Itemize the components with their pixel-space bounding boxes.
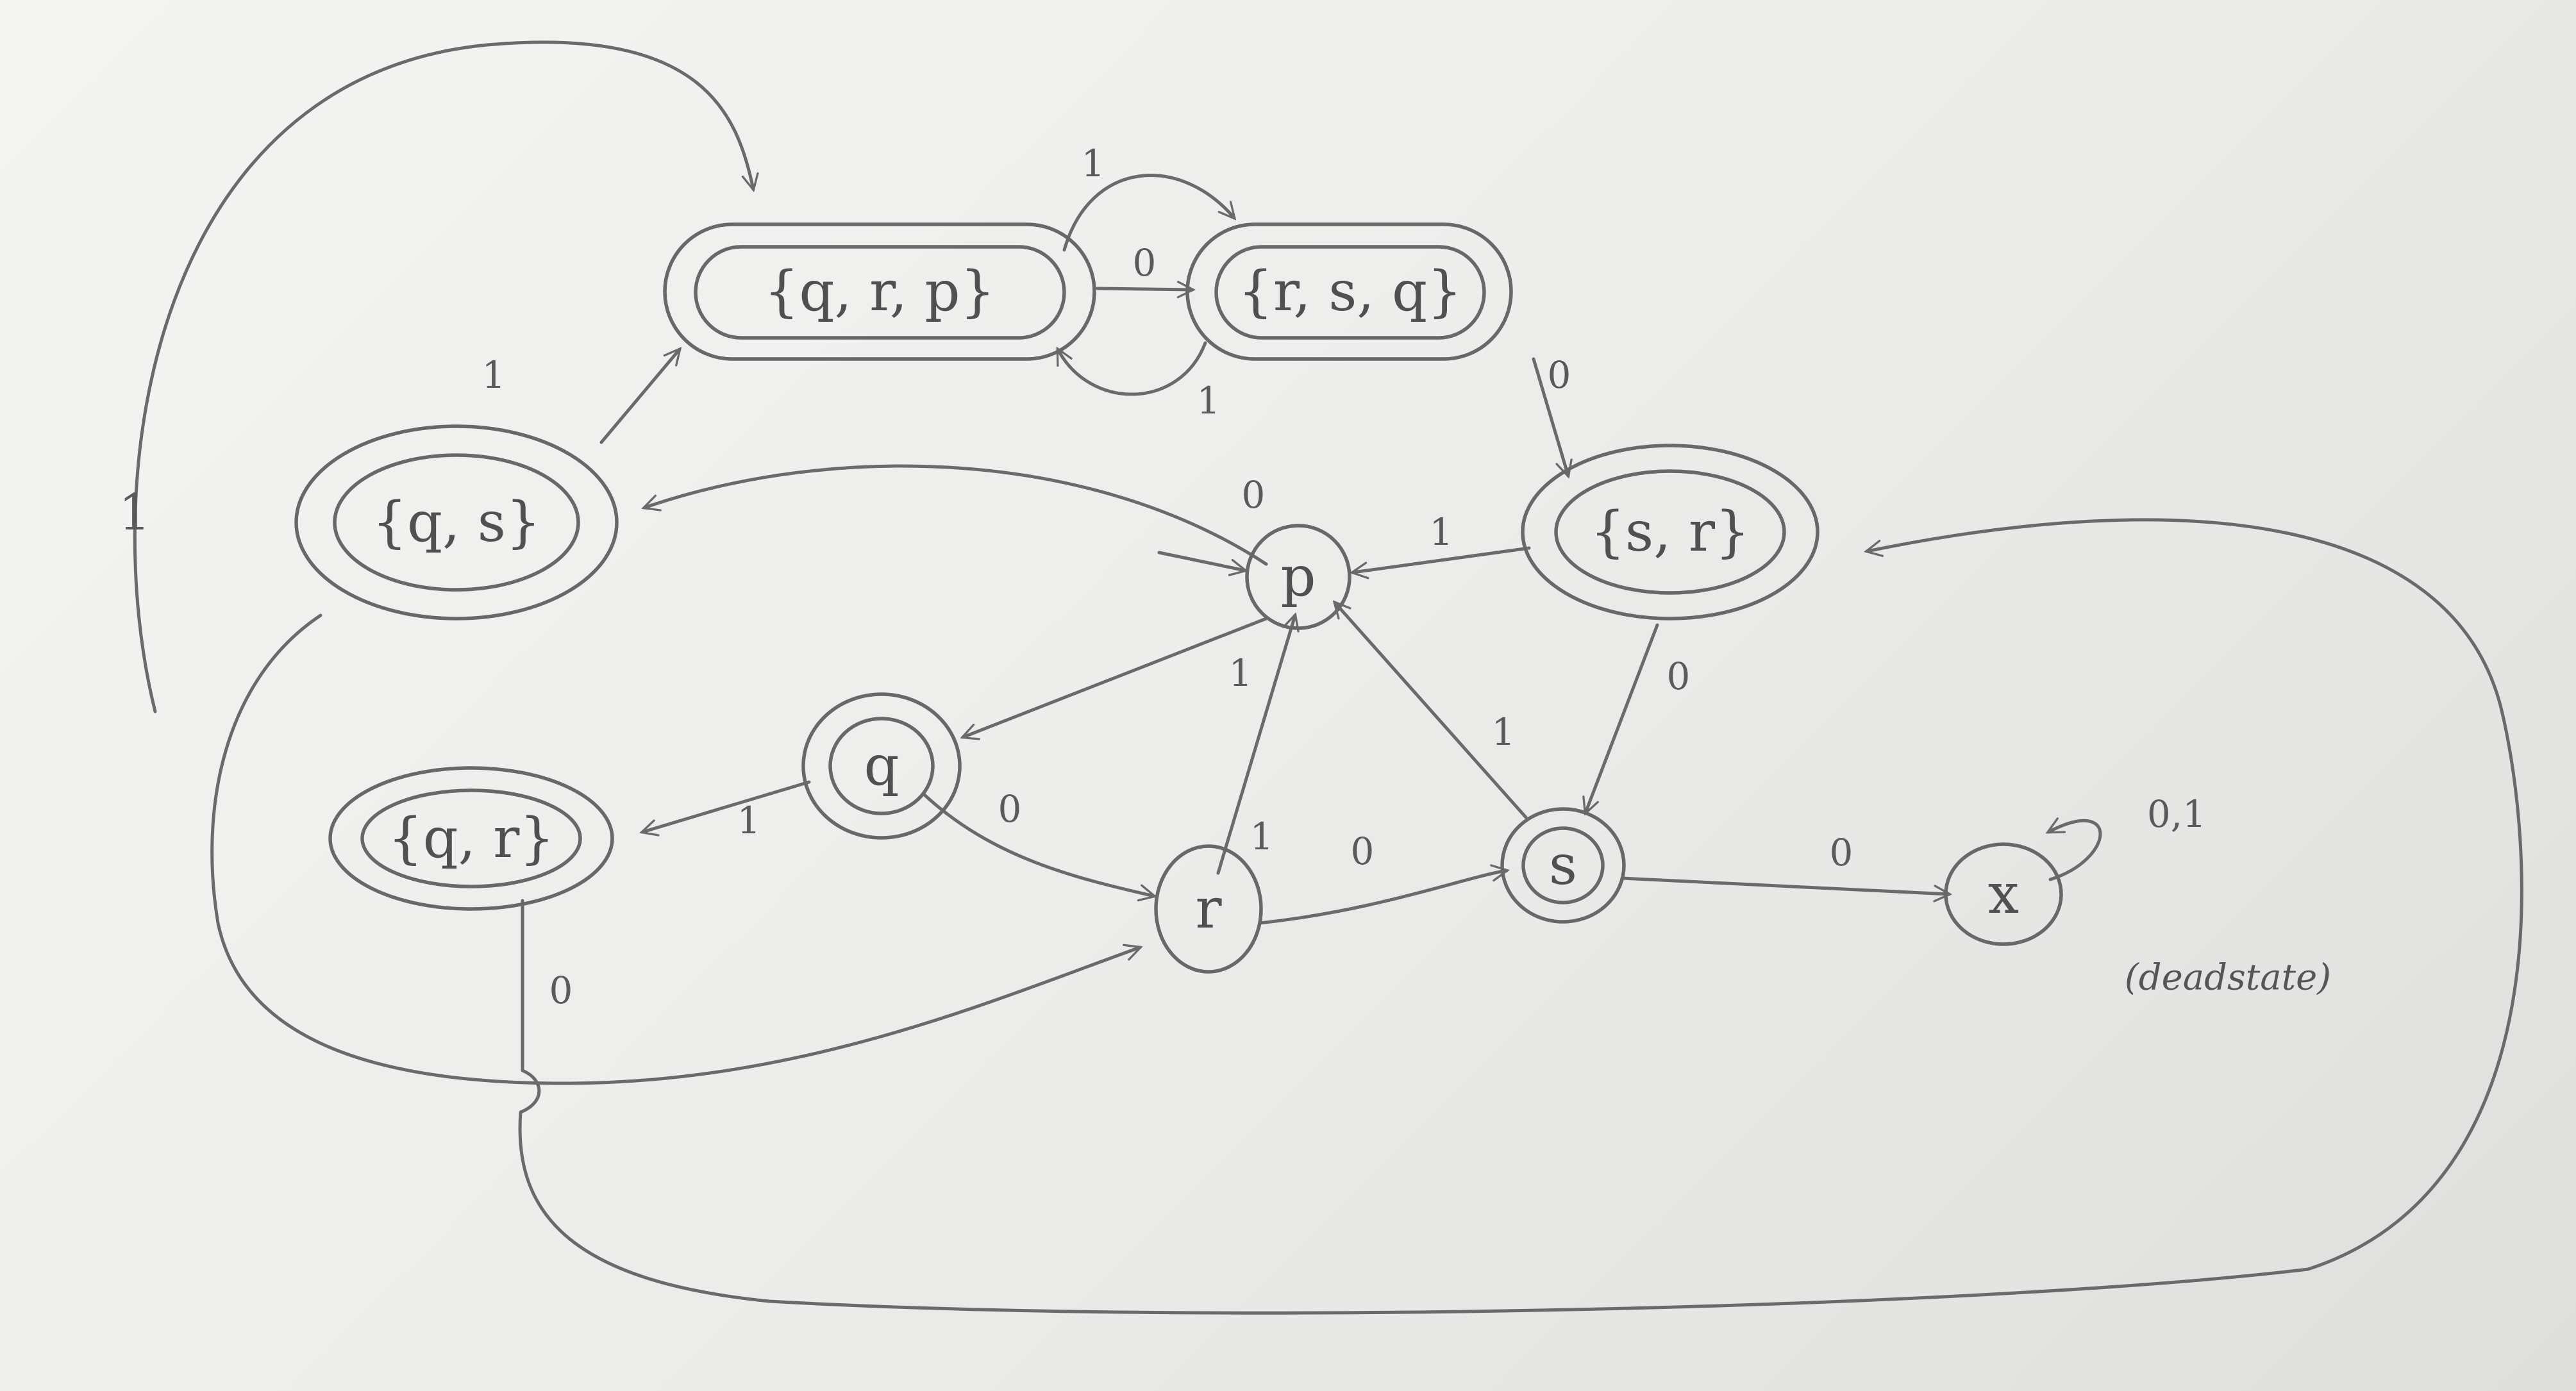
- edge-p-to-q-1: [963, 617, 1268, 737]
- edge-qs-to-r-0: [210, 613, 1140, 1085]
- edge-p-to-qs-0: [644, 464, 1268, 566]
- state-rsq-label: {r, s, q}: [1238, 260, 1462, 324]
- diagram-canvas: {q, r, p} {r, s, q} {q, s} {s, r} {q, r}…: [0, 0, 2576, 1391]
- edge-q-to-r-0: [923, 793, 1154, 896]
- label-qr-r-0: 0: [549, 969, 573, 1012]
- label-rsq-qrp-1: 1: [1197, 379, 1221, 422]
- edge-rsq-to-qrp-1: [1056, 341, 1207, 396]
- label-qrp-rsq-0: 0: [1133, 241, 1157, 285]
- state-x-label: x: [1988, 862, 2020, 926]
- edge-qrp-to-rsq-0: [1096, 288, 1192, 290]
- state-diagram: {q, r, p} {r, s, q} {q, s} {s, r} {q, r}…: [119, 40, 2523, 1315]
- state-qs: {q, s}: [294, 424, 619, 621]
- edge-qr-to-sr-0: [518, 518, 2523, 1315]
- edge-top-loop: [133, 40, 753, 713]
- state-q-label: q: [864, 734, 899, 798]
- label-s-p-1: 1: [1492, 710, 1516, 754]
- edge-start-to-p: [1157, 551, 1245, 571]
- state-s-label: s: [1549, 833, 1577, 897]
- state-r-label: r: [1195, 877, 1222, 941]
- edge-q-to-qr-1: [642, 780, 811, 832]
- edge-r-to-s-0: [1258, 870, 1507, 925]
- state-qs-label: {q, s}: [372, 490, 540, 554]
- label-rsq-sr-0: 0: [1548, 353, 1571, 397]
- label-sr-p-1: 1: [1430, 510, 1453, 554]
- dead-state-note: (deadstate): [2125, 957, 2331, 999]
- label-q-r-0: 0: [998, 787, 1022, 831]
- state-rsq: {r, s, q}: [1185, 222, 1513, 361]
- edge-sr-to-s-0: [1585, 623, 1659, 813]
- transitions: [133, 40, 2523, 1315]
- state-sr-label: {s, r}: [1590, 500, 1750, 564]
- label-p-q-1: 1: [1229, 651, 1253, 695]
- label-r-p-1: 1: [1250, 815, 1274, 858]
- state-qrp: {q, r, p}: [663, 222, 1096, 361]
- label-qrp-rsq-1: 1: [1082, 142, 1105, 185]
- label-sr-s-0: 0: [1667, 654, 1691, 698]
- edge-qrp-to-rsq-1: [1062, 174, 1234, 252]
- label-r-s-0: 0: [1351, 829, 1375, 873]
- state-p: p: [1245, 524, 1351, 630]
- label-qs-qrp-1: 1: [482, 353, 506, 397]
- label-x-self: 0,1: [2147, 792, 2206, 836]
- label-s-x-0: 0: [1830, 831, 1853, 874]
- label-top-loop-1: 1: [119, 484, 151, 542]
- state-qr-label: {q, r}: [388, 806, 555, 870]
- annotations: (deadstate): [2125, 957, 2331, 999]
- state-sr: {s, r}: [1521, 444, 1819, 621]
- edge-qs-to-qrp-1: [599, 349, 680, 444]
- state-qr: {q, r}: [328, 766, 614, 911]
- states: {q, r, p} {r, s, q} {q, s} {s, r} {q, r}…: [294, 222, 2063, 974]
- state-p-label: p: [1280, 545, 1316, 609]
- state-r: r: [1154, 844, 1263, 974]
- label-q-qr-1: 1: [737, 799, 761, 842]
- edge-s-to-x-0: [1620, 876, 1949, 894]
- state-q: q: [801, 692, 962, 840]
- label-p-qs-0: 0: [1242, 473, 1266, 517]
- state-x: x: [1944, 842, 2063, 946]
- state-s: s: [1500, 807, 1626, 924]
- state-qrp-label: {q, r, p}: [764, 260, 996, 324]
